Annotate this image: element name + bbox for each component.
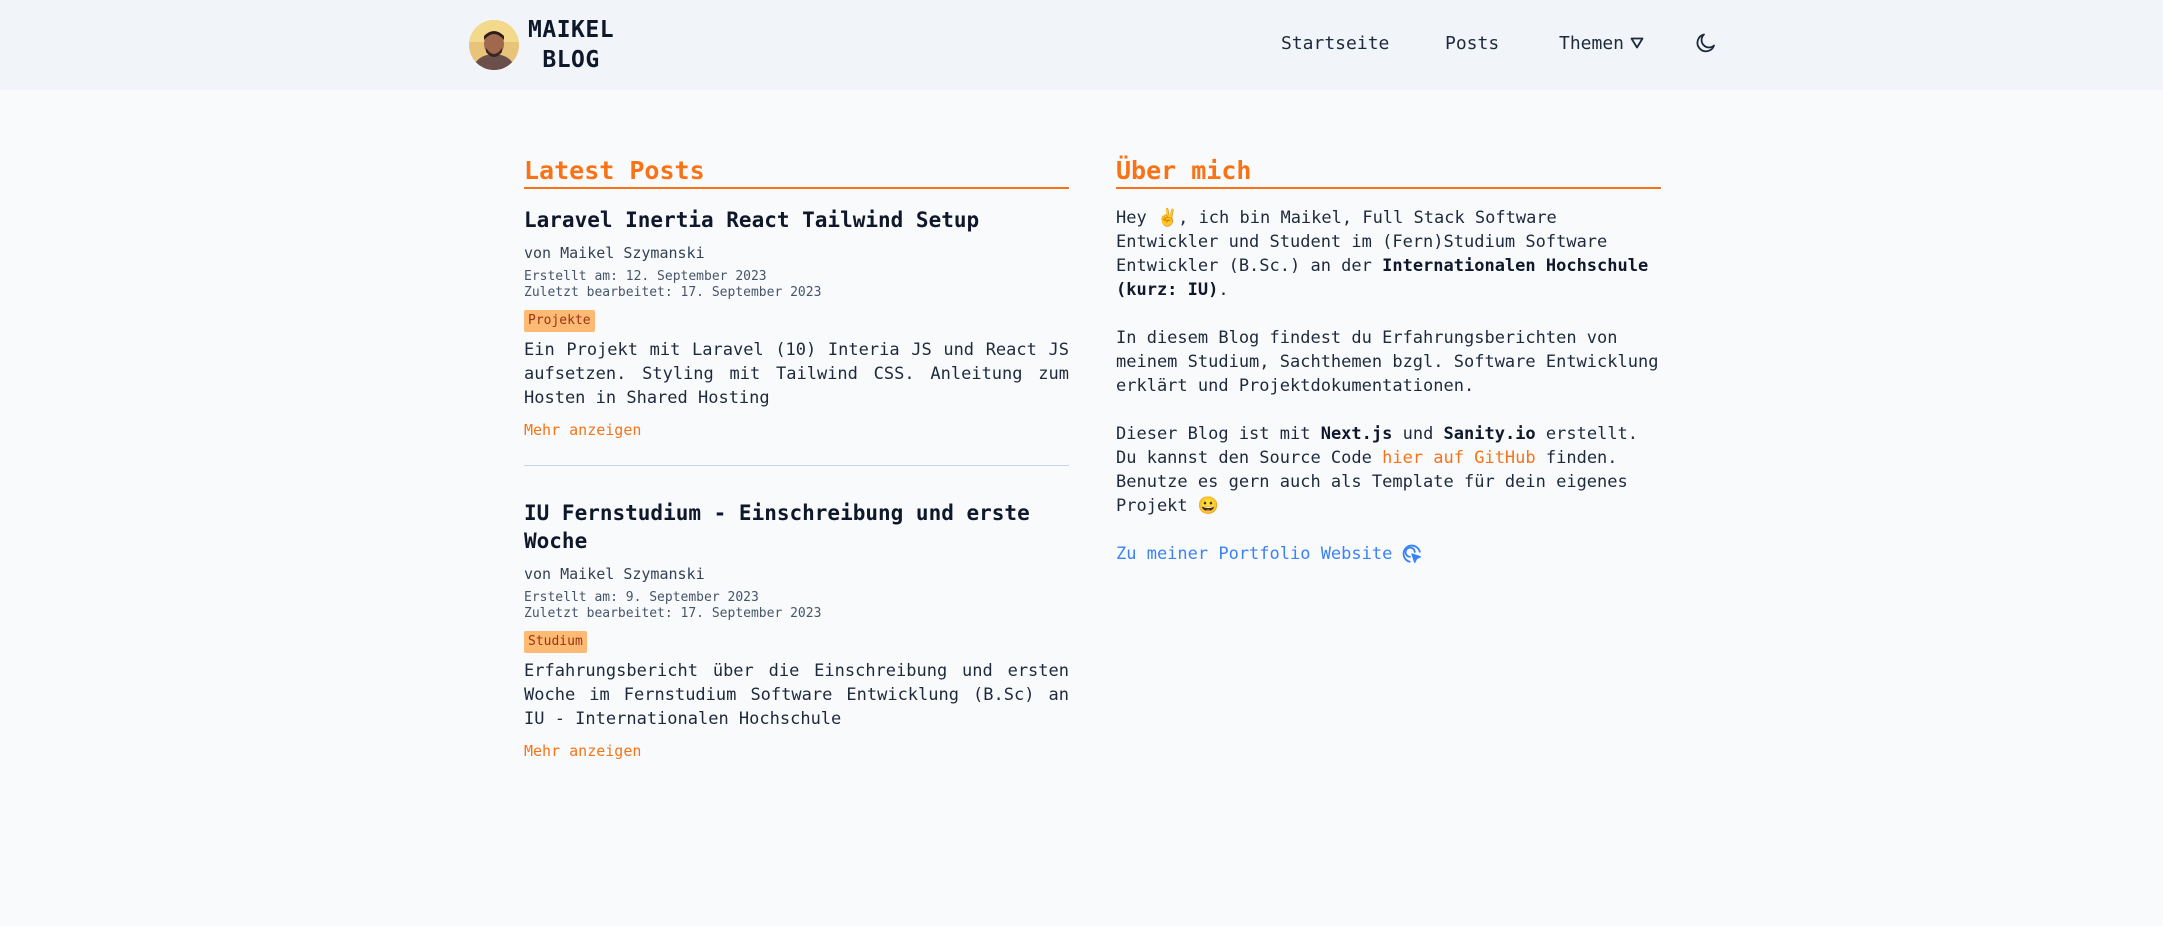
post-edited: Zuletzt bearbeitet: 17. September 2023 <box>524 285 822 300</box>
about-sanity: Sanity.io <box>1443 424 1536 444</box>
post-title[interactable]: Laravel Inertia React Tailwind Setup <box>524 206 1069 234</box>
post-created: Erstellt am: 9. September 2023 <box>524 590 759 605</box>
post-dates: Erstellt am: 9. September 2023 Zuletzt b… <box>524 590 1069 622</box>
about-intro-end: . <box>1218 280 1229 300</box>
about-section: Über mich Hey ✌️, ich bin Maikel, Full S… <box>1116 155 1661 566</box>
nav-themen-label: Themen <box>1559 33 1625 54</box>
about-blog-description: In diesem Blog findest du Erfahrungsberi… <box>1116 328 1659 396</box>
brand-logo-link[interactable]: MAIKEL BLOG <box>469 15 614 75</box>
post-dates: Erstellt am: 12. September 2023 Zuletzt … <box>524 269 1069 301</box>
portfolio-link[interactable]: Zu meiner Portfolio Website <box>1116 542 1423 566</box>
post-tag[interactable]: Studium <box>524 631 587 653</box>
latest-posts-heading: Latest Posts <box>524 155 1069 189</box>
nav-posts[interactable]: Posts <box>1445 32 1499 56</box>
brand-line-1: MAIKEL <box>528 17 615 43</box>
about-intro: Hey ✌️, ich bin Maikel, Full Stack Softw… <box>1116 206 1661 302</box>
nav-themen-dropdown[interactable]: Themen <box>1559 32 1644 56</box>
theme-toggle-button[interactable] <box>1694 31 1718 59</box>
post-author: von Maikel Szymanski <box>524 244 705 262</box>
post-card: IU Fernstudium - Einschreibung und erste… <box>524 499 1069 760</box>
about-tech-text: Dieser Blog ist mit <box>1116 424 1321 444</box>
post-divider <box>524 465 1069 466</box>
post-excerpt: Erfahrungsbericht über die Einschreibung… <box>524 661 1069 729</box>
latest-posts-section: Latest Posts Laravel Inertia React Tailw… <box>524 155 1069 760</box>
post-created: Erstellt am: 12. September 2023 <box>524 269 767 284</box>
about-tech-and: und <box>1392 424 1444 444</box>
github-link[interactable]: hier auf GitHub <box>1382 448 1536 468</box>
about-tech-stack: Dieser Blog ist mit Next.js und Sanity.i… <box>1116 422 1661 470</box>
brand-line-2: BLOG <box>542 47 600 73</box>
post-edited: Zuletzt bearbeitet: 17. September 2023 <box>524 606 822 621</box>
portfolio-link-label: Zu meiner Portfolio Website <box>1116 544 1393 564</box>
post-excerpt: Ein Projekt mit Laravel (10) Interia JS … <box>524 340 1069 408</box>
about-source-end: finden. <box>1535 448 1618 468</box>
post-title[interactable]: IU Fernstudium - Einschreibung und erste… <box>524 499 1069 555</box>
post-tag[interactable]: Projekte <box>524 310 595 332</box>
avatar <box>469 20 519 70</box>
read-more-link[interactable]: Mehr anzeigen <box>524 421 641 439</box>
moon-icon <box>1696 33 1715 53</box>
about-nextjs: Next.js <box>1320 424 1393 444</box>
about-template-note: Benutze es gern auch als Template für de… <box>1116 472 1628 516</box>
cursor-click-icon <box>1403 544 1422 563</box>
nav-startseite[interactable]: Startseite <box>1281 32 1389 56</box>
read-more-link[interactable]: Mehr anzeigen <box>524 742 641 760</box>
post-author: von Maikel Szymanski <box>524 565 705 583</box>
post-card: Laravel Inertia React Tailwind Setup von… <box>524 206 1069 439</box>
brand-title: MAIKEL BLOG <box>528 15 614 75</box>
about-heading: Über mich <box>1116 155 1661 189</box>
top-navbar: MAIKEL BLOG Startseite Posts Themen <box>0 0 2163 90</box>
triangle-down-icon <box>1630 37 1644 48</box>
